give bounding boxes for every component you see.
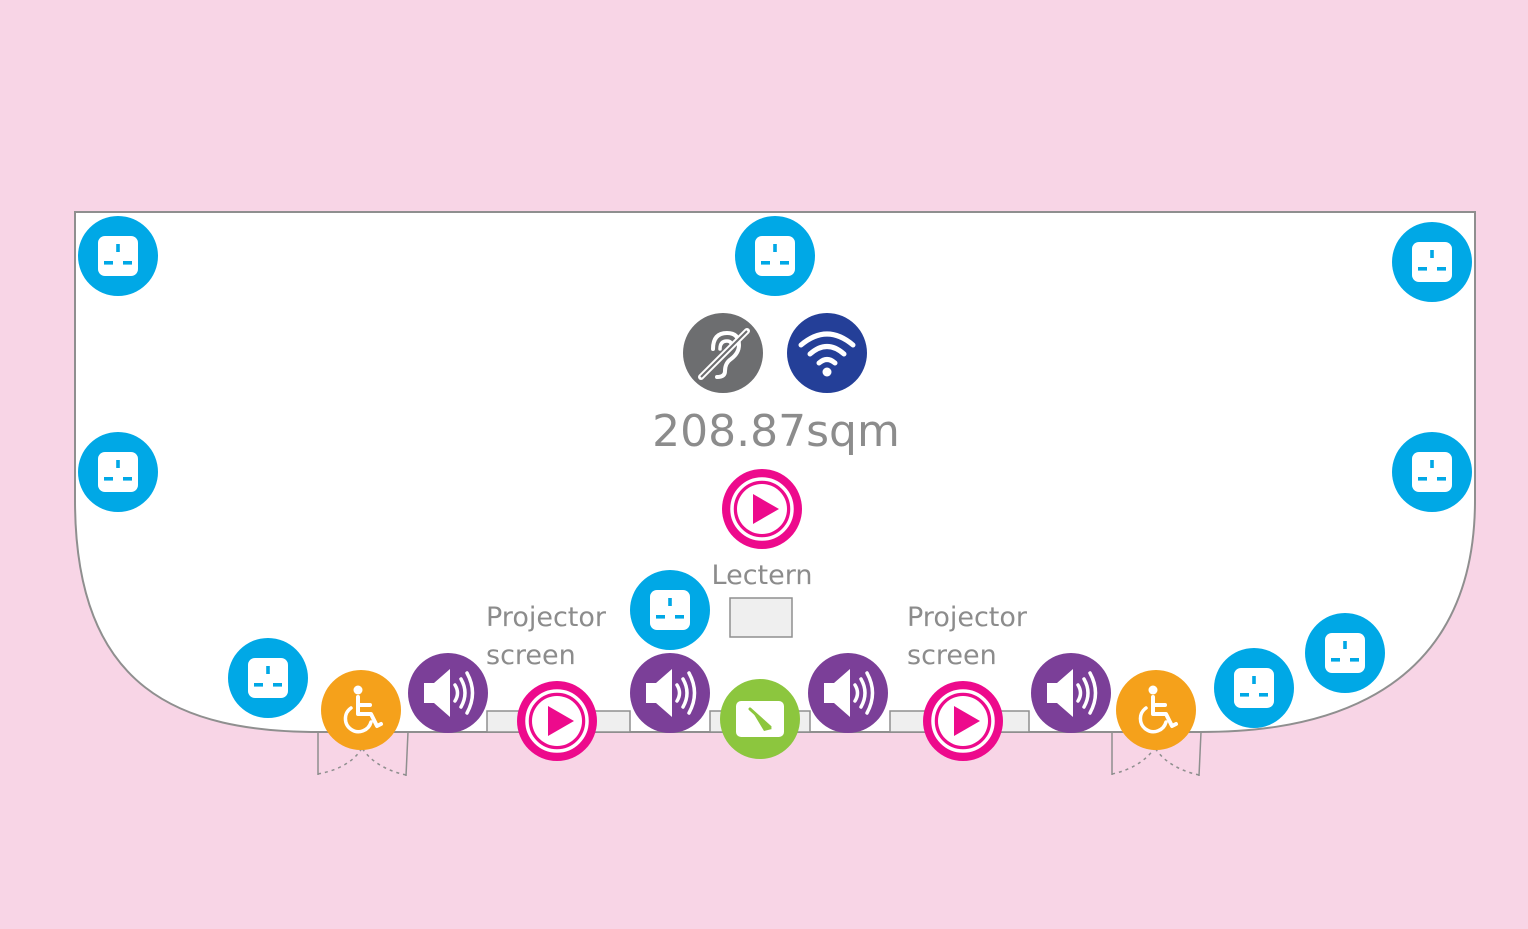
power-socket-icon xyxy=(1214,648,1294,728)
play-icon xyxy=(515,679,599,763)
projector-screen-left-label-line2: screen xyxy=(486,640,576,671)
power-socket-icon xyxy=(78,432,158,512)
speaker-icon xyxy=(806,651,890,735)
wheelchair-icon xyxy=(1114,668,1198,752)
area-label: 208.87sqm xyxy=(652,406,900,457)
speaker-icon xyxy=(406,651,490,735)
whiteboard-icon xyxy=(720,679,800,759)
wifi-icon xyxy=(787,313,867,393)
projector-screen-right-label-line1: Projector xyxy=(907,602,1028,633)
power-socket-icon xyxy=(630,570,710,650)
power-socket-icon xyxy=(735,216,815,296)
speaker-icon xyxy=(628,651,712,735)
floor-plan: 208.87sqm Lectern Projector screen Proje… xyxy=(0,0,1528,929)
hearing-loop-icon xyxy=(683,313,763,393)
play-icon xyxy=(921,679,1005,763)
wheelchair-icon xyxy=(319,668,403,752)
play-icon xyxy=(720,467,804,551)
projector-screen-right-label-line2: screen xyxy=(907,640,997,671)
power-socket-icon xyxy=(228,638,308,718)
power-socket-icon xyxy=(1392,432,1472,512)
power-socket-icon xyxy=(1305,613,1385,693)
lectern-desk xyxy=(729,597,793,638)
power-socket-icon xyxy=(78,216,158,296)
speaker-icon xyxy=(1029,651,1113,735)
lectern-label: Lectern xyxy=(712,560,813,591)
projector-screen-left-label-line1: Projector xyxy=(486,602,607,633)
power-socket-icon xyxy=(1392,222,1472,302)
